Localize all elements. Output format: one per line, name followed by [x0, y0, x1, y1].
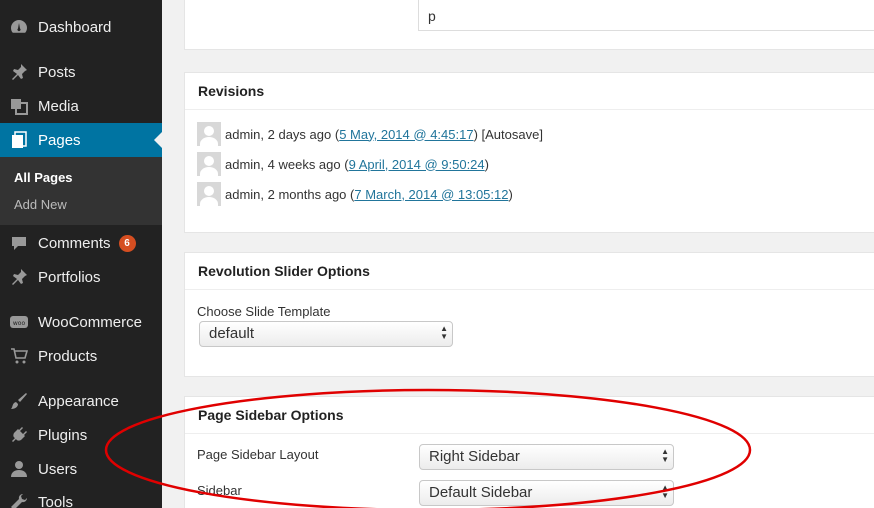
avatar	[197, 182, 221, 206]
menu-label: WooCommerce	[38, 313, 142, 331]
submenu-all-pages[interactable]: All Pages	[14, 170, 73, 185]
media-icon	[0, 97, 38, 115]
menu-label: Media	[38, 97, 79, 115]
cart-icon	[0, 347, 38, 365]
slide-template-label: Choose Slide Template	[197, 304, 331, 319]
select-arrows-icon: ▲ ▼	[661, 447, 669, 464]
menu-label: Posts	[38, 63, 76, 81]
menu-label: Pages	[38, 131, 81, 149]
select-arrows-icon: ▲ ▼	[661, 483, 669, 500]
pin-icon	[0, 268, 38, 286]
menu-woocommerce[interactable]: woo WooCommerce	[0, 305, 162, 339]
revision-row: admin, 4 weeks ago (9 April, 2014 @ 9:50…	[197, 152, 489, 176]
editor-box: p	[184, 0, 874, 50]
revision-suffix: )	[484, 156, 489, 172]
svg-text:woo: woo	[13, 320, 26, 327]
menu-plugins[interactable]: Plugins	[0, 418, 162, 452]
slide-template-select[interactable]: default ▲ ▼	[199, 321, 453, 347]
menu-label: Plugins	[38, 426, 88, 444]
sidebar-layout-label: Page Sidebar Layout	[197, 447, 319, 462]
menu-portfolios[interactable]: Portfolios	[0, 260, 162, 294]
menu-products[interactable]: Products	[0, 339, 162, 373]
revision-row: admin, 2 months ago (7 March, 2014 @ 13:…	[197, 182, 513, 206]
avatar	[197, 152, 221, 176]
revision-suffix: )	[508, 186, 513, 202]
menu-comments[interactable]: Comments 6	[0, 226, 162, 260]
revision-suffix: ) [Autosave]	[473, 126, 543, 142]
revslider-options-box: Revolution Slider Options Choose Slide T…	[184, 252, 874, 377]
revision-author-time: admin, 2 days ago (	[225, 126, 340, 142]
wrench-icon	[0, 493, 38, 508]
menu-users[interactable]: Users	[0, 452, 162, 486]
revision-link[interactable]: 5 May, 2014 @ 4:45:17	[339, 127, 473, 142]
comment-icon	[0, 234, 38, 252]
menu-appearance[interactable]: Appearance	[0, 384, 162, 418]
slide-template-value: default	[209, 325, 255, 342]
admin-sidebar: Dashboard Posts Media Pages All Pages Ad…	[0, 0, 162, 508]
menu-label: Portfolios	[38, 268, 101, 286]
revision-link[interactable]: 7 March, 2014 @ 13:05:12	[354, 187, 508, 202]
revslider-title: Revolution Slider Options	[185, 253, 874, 290]
revision-row: admin, 2 days ago (5 May, 2014 @ 4:45:17…	[197, 122, 543, 146]
sidebar-select[interactable]: Default Sidebar ▲ ▼	[419, 480, 674, 506]
menu-label: Tools	[38, 493, 74, 508]
revisions-title: Revisions	[185, 73, 874, 110]
sidebar-value: Default Sidebar	[429, 484, 533, 501]
sidebar-layout-select[interactable]: Right Sidebar ▲ ▼	[419, 444, 674, 470]
revision-author-time: admin, 2 months ago (	[225, 186, 355, 202]
pages-icon	[0, 131, 38, 149]
menu-label: Comments	[38, 234, 111, 252]
editor-statusbar: p	[418, 0, 874, 31]
menu-label: Users	[38, 460, 78, 478]
pin-icon	[0, 63, 38, 81]
path-indicator: p	[428, 8, 436, 24]
revision-link[interactable]: 9 April, 2014 @ 9:50:24	[349, 157, 485, 172]
revisions-box: Revisions admin, 2 days ago (5 May, 2014…	[184, 72, 874, 233]
menu-dashboard[interactable]: Dashboard	[0, 10, 162, 44]
submenu-add-new[interactable]: Add New	[14, 197, 67, 212]
menu-pages[interactable]: Pages	[0, 123, 162, 157]
menu-label: Appearance	[38, 392, 119, 410]
avatar	[197, 122, 221, 146]
woo-icon: woo	[0, 315, 38, 329]
sidebar-layout-value: Right Sidebar	[429, 448, 520, 465]
menu-media[interactable]: Media	[0, 89, 162, 123]
brush-icon	[0, 392, 38, 410]
menu-tools[interactable]: Tools	[0, 485, 162, 508]
sidebar-label: Sidebar	[197, 483, 242, 498]
plug-icon	[0, 426, 38, 444]
menu-label: Products	[38, 347, 98, 365]
comment-count-badge: 6	[118, 234, 136, 252]
user-icon	[0, 460, 38, 478]
dashboard-icon	[0, 18, 38, 36]
menu-label: Dashboard	[38, 18, 112, 36]
page-sidebar-title: Page Sidebar Options	[185, 397, 874, 434]
menu-posts[interactable]: Posts	[0, 55, 162, 89]
pages-submenu: All Pages Add New	[0, 157, 162, 225]
page-sidebar-options-box: Page Sidebar Options Page Sidebar Layout…	[184, 396, 874, 508]
revision-author-time: admin, 4 weeks ago (	[225, 156, 349, 172]
select-arrows-icon: ▲ ▼	[440, 324, 448, 341]
